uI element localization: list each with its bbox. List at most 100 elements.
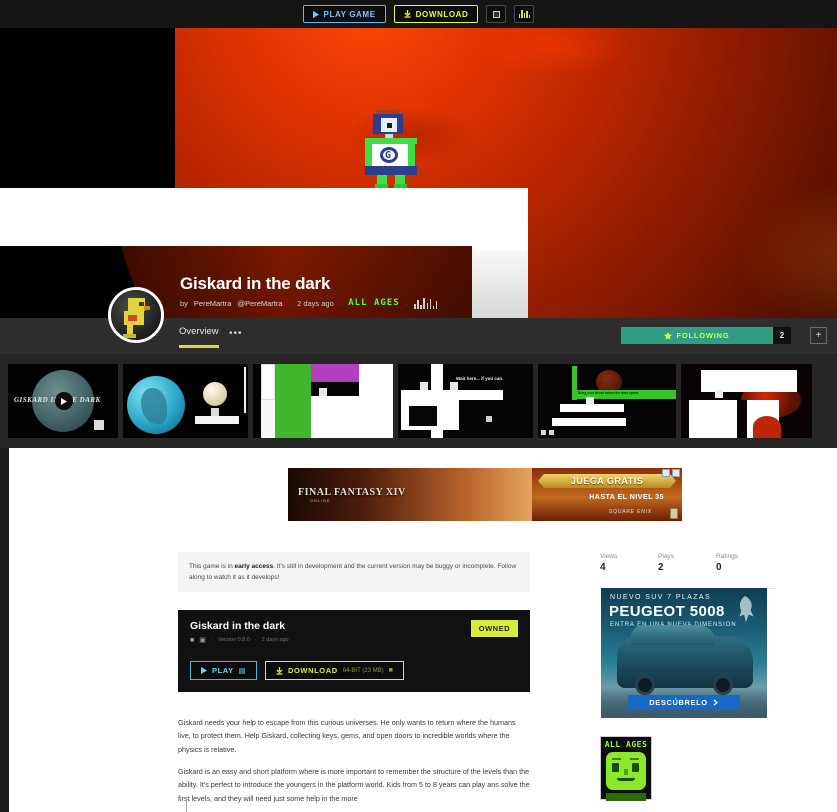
ad-banner-top[interactable]: FINAL FANTASY XIV ONLINE JUEGA GRATIS HA… (288, 468, 682, 521)
thumb-box (261, 364, 275, 400)
pixel-robot-character: G (363, 110, 425, 188)
stat-ratings: Ratings 0 (716, 553, 774, 573)
avatar-px-foot (123, 334, 136, 338)
thumb-sprite-2 (319, 388, 327, 396)
play-triangle-icon (201, 667, 207, 674)
screenshot-thumb-video[interactable]: GISKARD IN THE DARK (8, 364, 118, 438)
equalizer-icon (414, 297, 438, 309)
author-handle[interactable]: @PereMartra (237, 299, 282, 308)
rating-badge[interactable]: ALL AGES (600, 736, 652, 801)
download-button[interactable]: DOWNLOAD 64-BIT (23 MB) ■ (264, 661, 405, 680)
close-icon[interactable] (672, 469, 680, 477)
following-label: FOLLOWING (676, 331, 730, 340)
thumb-bar (244, 367, 246, 413)
thumb-gem (486, 416, 492, 422)
play-game-label: PLAY GAME (323, 9, 376, 19)
page-content: FINAL FANTASY XIV ONLINE JUEGA GRATIS HA… (0, 448, 837, 812)
thumb-sprite-4 (450, 382, 458, 390)
thumb-player-sprite (211, 408, 219, 416)
ad-headline-ribbon: JUEGA GRATIS (538, 474, 676, 488)
text-cursor (186, 800, 187, 812)
adchoices-icon[interactable] (662, 469, 670, 477)
windows-icon: ■ (190, 636, 195, 644)
screenshot-thumb-earth[interactable] (123, 364, 248, 438)
fullscreen-button[interactable] (486, 5, 507, 23)
ad-eyebrow: NUEVO SUV 7 PLAZAS (610, 594, 712, 601)
game-page: G PLAY GAME DOWNLOAD Giskard in the dark… (0, 0, 837, 812)
download-button-label: DOWNLOAD (287, 666, 338, 675)
thumb-left-wall (253, 364, 261, 438)
by-prefix: by (180, 298, 188, 308)
stats-button[interactable] (514, 5, 535, 23)
play-triangle-icon (312, 10, 319, 18)
description-paragraph-1: Giskard needs your help to escape from t… (178, 718, 516, 754)
download-top-button[interactable]: DOWNLOAD (393, 5, 479, 23)
thumb-moon-shape (203, 382, 227, 406)
stat-ratings-value: 0 (716, 562, 722, 573)
stat-views-label: Views (600, 553, 618, 560)
meta-dot-2: · (254, 637, 257, 643)
avatar[interactable] (108, 287, 164, 343)
game-description: Giskard needs your help to escape from t… (178, 716, 530, 812)
game-meta-row: by PereMartra @PereMartra · 2 days ago ·… (180, 297, 438, 309)
face-eye-left (612, 763, 619, 772)
thumb-plat-a (560, 404, 624, 412)
esrb-icon (670, 508, 678, 519)
screenshot-thumb-wait[interactable]: Wait here... if you can. (398, 364, 533, 438)
play-button[interactable]: PLAY ▤ (190, 661, 257, 680)
play-button-label: PLAY (212, 666, 234, 675)
download-panel: Giskard in the dark ■ ▣ · Version 0.8.0 … (178, 610, 530, 692)
fullscreen-icon (492, 10, 500, 18)
check-badge-icon (664, 331, 673, 340)
thumb-floor (311, 396, 393, 438)
ad-brand-sub: ONLINE (310, 499, 331, 503)
page-title: Giskard in the dark (180, 274, 331, 293)
car-wheel-front (635, 675, 655, 695)
thumb-ledge (401, 390, 503, 400)
page-left-edge (0, 448, 9, 812)
thumb-sprite (94, 420, 104, 430)
thumb-plat-b (552, 418, 626, 426)
thumb-beam-text: Bring your friend before the door opens (578, 391, 639, 395)
stat-ratings-label: Ratings (716, 553, 739, 560)
play-circle-icon[interactable] (55, 392, 73, 410)
thumb-top-slab (701, 370, 797, 392)
play-game-button[interactable]: PLAY GAME (302, 5, 386, 23)
following-button[interactable]: FOLLOWING (621, 327, 773, 344)
stat-plays-value: 2 (658, 562, 664, 573)
linux-icon: ▣ (199, 637, 206, 644)
thumb-hole (409, 406, 437, 426)
stat-plays: Plays 2 (658, 553, 716, 573)
avatar-px-beak (144, 306, 150, 310)
thumb-sprite-6 (715, 390, 723, 398)
face-brow-left (612, 758, 621, 760)
game-title-block: Giskard in the dark by PereMartra @PereM… (180, 274, 438, 309)
download-version: Version 0.8.0 (217, 637, 250, 643)
owned-badge: OWNED (470, 620, 518, 637)
tab-overview[interactable]: Overview (179, 326, 219, 337)
ad-controls[interactable] (662, 469, 680, 477)
download-buttons: PLAY ▤ DOWNLOAD 64-BIT (23 MB) ■ (190, 661, 405, 680)
meta-dot-1: · (210, 637, 213, 643)
download-size: 64-BIT (23 MB) (342, 667, 384, 674)
peugeot-lion-icon (739, 596, 754, 623)
screenshot-thumb-green[interactable] (253, 364, 393, 438)
meta-separator-1: · (288, 298, 292, 308)
screenshot-thumb-greenbar[interactable]: Bring your friend before the door opens (538, 364, 676, 438)
ad-sidebar-peugeot[interactable]: NUEVO SUV 7 PLAZAS PEUGEOT 5008 ENTRA EN… (601, 588, 767, 718)
thumb-platform (195, 416, 239, 424)
face-nose (624, 769, 628, 775)
ad-cta-button[interactable]: DESCÚBRELO (628, 695, 740, 710)
thumb-item-b (549, 430, 554, 435)
download-arrow-icon (276, 666, 283, 675)
screenshot-thumb-red[interactable] (681, 364, 812, 438)
rating-badge-title: ALL AGES (604, 740, 648, 749)
download-updated: 2 days ago (261, 637, 289, 643)
stats-row: Views 4 Plays 2 Ratings 0 (600, 553, 775, 573)
ad-brand: FINAL FANTASY XIV (298, 487, 406, 498)
download-arrow-icon (404, 10, 411, 18)
ad-headline: JUEGA GRATIS (570, 476, 644, 486)
add-to-collection-button[interactable]: + (810, 327, 827, 344)
tab-more-menu[interactable]: ••• (229, 328, 243, 339)
author-name[interactable]: PereMartra (194, 299, 232, 308)
